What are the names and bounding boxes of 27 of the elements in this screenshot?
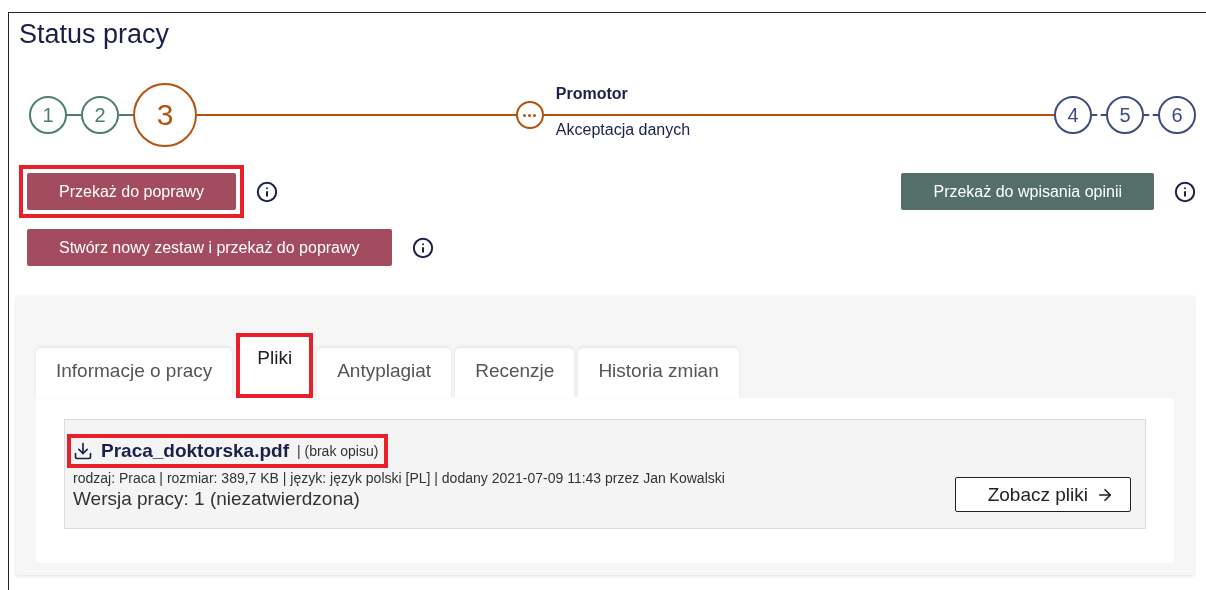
view-files-button[interactable]: Zobacz pliki: [954, 477, 1131, 512]
file-meta: rodzaj: Praca | rozmiar: 389,7 KB | język: język polski [PL] | dodany 2021-07-09 11:43 przez Jan Kowalski: [73, 470, 725, 486]
step-circle[interactable]: 2: [81, 96, 119, 134]
tab[interactable]: Informacje o pracy: [36, 348, 233, 398]
info-icon[interactable]: [255, 180, 278, 203]
info-icon[interactable]: [1174, 180, 1196, 203]
page-title: Status pracy: [19, 19, 171, 50]
download-icon[interactable]: [73, 441, 93, 461]
step-circle[interactable]: 1: [29, 96, 67, 134]
step-title: Promotor: [555, 85, 628, 103]
step-circle[interactable]: 6: [1158, 96, 1196, 134]
tab[interactable]: Antyplagiat: [317, 348, 452, 398]
file-link[interactable]: Praca_doktorska.pdf: [101, 440, 289, 462]
file-note: | (brak opisu): [296, 443, 379, 459]
step-subtitle: Akceptacja danych: [555, 121, 691, 139]
step-circle[interactable]: 3: [133, 83, 197, 147]
action-button[interactable]: Stwórz nowy zestaw i przekaż do poprawy: [27, 229, 392, 266]
action-button[interactable]: Przekaż do wpisania opinii: [901, 173, 1154, 210]
tab[interactable]: Historia zmian: [578, 348, 739, 398]
info-icon[interactable]: [411, 236, 434, 259]
more-steps-icon[interactable]: [515, 101, 544, 129]
step-circle[interactable]: 4: [1054, 96, 1092, 134]
step-circle[interactable]: 5: [1106, 96, 1144, 134]
action-button[interactable]: Przekaż do poprawy: [27, 173, 236, 210]
version-text: Wersja pracy: 1 (niezatwierdzona): [73, 488, 361, 510]
tab[interactable]: Pliki: [240, 337, 310, 394]
tab[interactable]: Recenzje: [455, 348, 575, 398]
